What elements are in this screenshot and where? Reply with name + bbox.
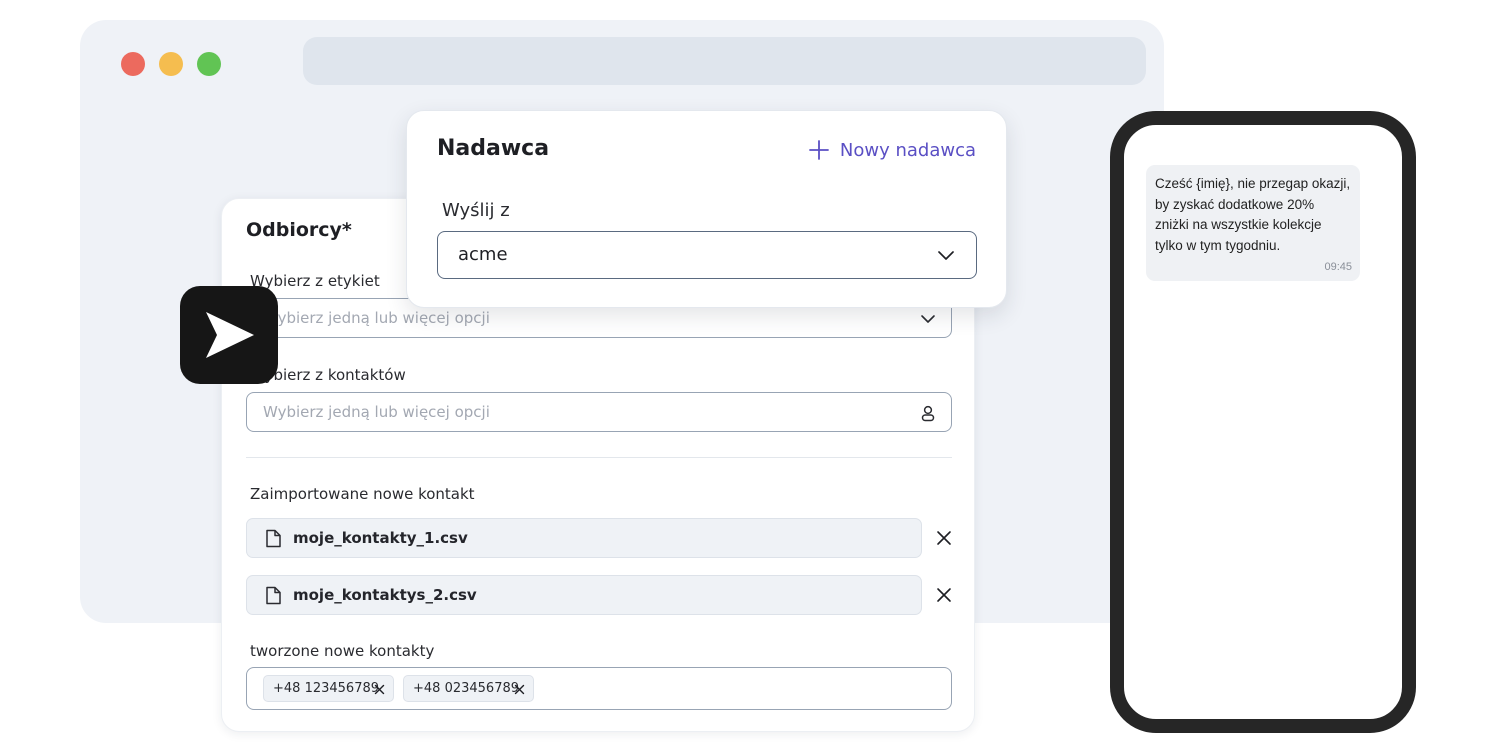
remove-file-icon[interactable] xyxy=(933,527,955,549)
phone-chip: +48 023456789 xyxy=(403,675,534,702)
plus-icon xyxy=(808,140,829,160)
contacts-select[interactable]: Wybierz jedną lub więcej opcji xyxy=(246,392,952,432)
new-sender-label: Nowy nadawca xyxy=(839,139,976,161)
send-from-select[interactable]: acme xyxy=(437,231,977,279)
file-name: moje_kontaktys_2.csv xyxy=(293,586,477,604)
maximize-window-button[interactable] xyxy=(197,52,221,76)
remove-file-icon[interactable] xyxy=(933,584,955,606)
minimize-window-button[interactable] xyxy=(159,52,183,76)
send-from-label: Wyślij z xyxy=(442,200,510,221)
phone-preview: Cześć {imię}, nie przegap okazji, by zys… xyxy=(1110,111,1416,733)
phone-numbers-input[interactable]: +48 123456789 +48 023456789 xyxy=(246,667,952,710)
created-label: tworzone nowe kontakty xyxy=(250,642,435,660)
sender-title: Nadawca xyxy=(437,136,550,161)
new-sender-button[interactable]: Nowy nadawca xyxy=(808,137,976,163)
contacts-placeholder: Wybierz jedną lub więcej opcji xyxy=(263,403,490,421)
file-item: moje_kontakty_1.csv xyxy=(246,518,922,558)
address-bar[interactable] xyxy=(303,37,1146,85)
phone-chip: +48 123456789 xyxy=(263,675,394,702)
remove-chip-icon[interactable] xyxy=(514,684,525,695)
divider xyxy=(246,457,952,458)
file-name: moje_kontakty_1.csv xyxy=(293,529,468,547)
close-window-button[interactable] xyxy=(121,52,145,76)
imported-label: Zaimportowane nowe kontakt xyxy=(250,485,475,503)
send-logo xyxy=(180,286,278,384)
phone-chip-label: +48 123456789 xyxy=(273,681,380,696)
sms-time: 09:45 xyxy=(1324,261,1352,273)
sender-card: Nadawca Nowy nadawca Wyślij z acme xyxy=(406,110,1007,308)
remove-chip-icon[interactable] xyxy=(374,684,385,695)
chevron-down-icon xyxy=(938,251,954,260)
file-item: moje_kontaktys_2.csv xyxy=(246,575,922,615)
tags-label: Wybierz z etykiet xyxy=(250,272,380,290)
sms-bubble: Cześć {imię}, nie przegap okazji, by zys… xyxy=(1146,165,1360,281)
file-icon xyxy=(266,529,281,548)
tags-placeholder: Wybierz jedną lub więcej opcji xyxy=(263,309,490,327)
file-icon xyxy=(266,586,281,605)
user-icon xyxy=(921,405,935,422)
send-from-value: acme xyxy=(458,244,508,265)
recipients-title: Odbiorcy* xyxy=(246,219,352,241)
chevron-down-icon xyxy=(921,315,935,323)
sms-message: Cześć {imię}, nie przegap okazji, by zys… xyxy=(1155,176,1351,253)
send-icon xyxy=(206,312,254,358)
phone-chip-label: +48 023456789 xyxy=(413,681,520,696)
